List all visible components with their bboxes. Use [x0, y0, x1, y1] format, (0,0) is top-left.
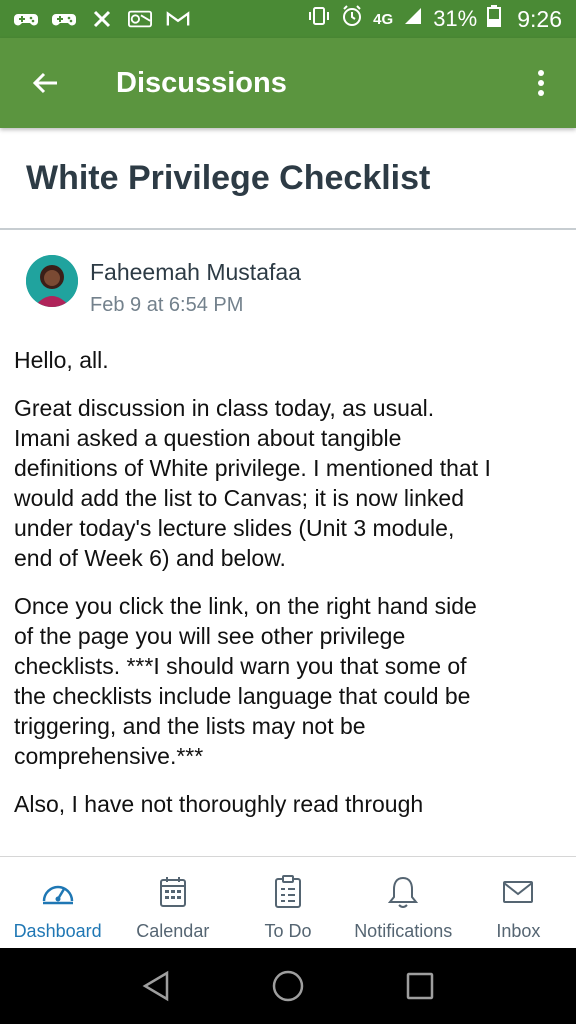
tab-label: Dashboard	[13, 921, 102, 941]
overflow-menu-button[interactable]	[506, 38, 576, 128]
alarm-icon	[341, 5, 363, 33]
arrow-left-icon	[32, 72, 57, 94]
author-name[interactable]: Faheemah Mustafaa	[90, 259, 301, 286]
post-paragraph: Also, I have not thoroughly read through	[14, 791, 424, 817]
tab-inbox[interactable]: Inbox	[461, 857, 576, 948]
post-paragraph: Great discussion in class today, as usua…	[14, 395, 491, 571]
tab-label: Inbox	[496, 921, 541, 941]
tab-label: Calendar	[136, 921, 210, 941]
gmail-icon	[166, 10, 190, 28]
vibrate-icon	[307, 6, 331, 32]
status-bar: 4G 31% 9:26	[0, 0, 576, 38]
calendar-icon	[159, 875, 187, 909]
bottom-tab-bar: Dashboard Calendar To Do Notifications I…	[0, 856, 576, 948]
gamepad-icon	[52, 10, 76, 28]
discussion-title-section: White Privilege Checklist	[0, 128, 576, 230]
app-bar-title: Discussions	[116, 66, 287, 99]
tab-notifications[interactable]: Notifications	[346, 857, 461, 948]
post-body: Hello, all. Great discussion in class to…	[14, 345, 494, 857]
back-button[interactable]	[0, 38, 90, 128]
square-recents-icon	[406, 972, 434, 1000]
network-label: 4G	[373, 10, 394, 28]
tab-todo[interactable]: To Do	[230, 857, 345, 948]
post-paragraph: Hello, all.	[14, 347, 109, 373]
signal-icon	[403, 6, 423, 32]
discussion-title: White Privilege Checklist	[26, 158, 431, 197]
post-paragraph: Once you click the link, on the right ha…	[14, 593, 477, 769]
more-vert-icon	[538, 70, 544, 96]
clock: 9:26	[517, 5, 562, 32]
tab-label: To Do	[264, 921, 312, 941]
todo-icon	[274, 875, 302, 909]
system-nav-bar	[0, 948, 576, 1024]
x-icon	[90, 10, 114, 28]
dashboard-icon	[40, 875, 76, 909]
nav-recents-button[interactable]	[390, 956, 450, 1016]
author-block: Faheemah Mustafaa Feb 9 at 6:54 PM	[26, 255, 301, 317]
battery-percent: 31%	[433, 6, 478, 31]
outlook-icon	[128, 10, 152, 28]
battery-icon	[487, 5, 502, 33]
tab-calendar[interactable]: Calendar	[115, 857, 230, 948]
tab-label: Notifications	[354, 921, 453, 941]
triangle-back-icon	[142, 970, 169, 1002]
avatar[interactable]	[26, 255, 78, 307]
tab-dashboard[interactable]: Dashboard	[0, 857, 115, 948]
mail-icon	[502, 875, 534, 909]
nav-home-button[interactable]	[258, 956, 318, 1016]
circle-home-icon	[272, 970, 304, 1002]
gamepad-icon	[14, 10, 38, 28]
post-date: Feb 9 at 6:54 PM	[90, 294, 244, 316]
bell-icon	[388, 875, 419, 909]
nav-back-button[interactable]	[126, 956, 186, 1016]
app-bar: Discussions	[0, 38, 576, 128]
